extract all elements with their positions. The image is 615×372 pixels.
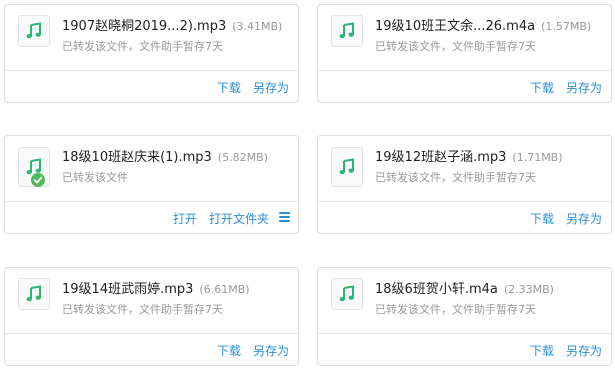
file-name-text: 1907赵晓桐2019...2).mp3 [62,19,227,34]
file-size: (1.71MB) [512,151,563,164]
file-size: (3.41MB) [232,20,283,33]
file-card: 1907赵晓桐2019...2).mp3 (3.41MB) 已转发该文件，文件助手… [4,4,299,103]
file-card-info: 18级6班贺小轩.m4a (2.33MB) 已转发该文件，文件助手暂存7天 [318,268,611,334]
file-card: 18级10班赵庆来(1).mp3 (5.82MB) 已转发该文件 打开 打开文件夹 [4,135,299,234]
file-card-info: 1907赵晓桐2019...2).mp3 (3.41MB) 已转发该文件，文件助手… [5,5,298,71]
file-status: 已转发该文件，文件助手暂存7天 [62,40,223,53]
file-name[interactable]: 1907赵晓桐2019...2).mp3 (3.41MB) [62,15,282,34]
save-as-button[interactable]: 另存为 [566,210,602,227]
file-card-actions: 下载 另存为 [318,334,611,365]
music-note-icon [339,158,354,175]
file-card: 18级6班贺小轩.m4a (2.33MB) 已转发该文件，文件助手暂存7天 下载 … [317,267,612,366]
file-status: 已转发该文件，文件助手暂存7天 [375,171,536,184]
download-button[interactable]: 下载 [530,210,554,227]
file-name-text: 19级12班赵子涵.mp3 [375,150,507,165]
download-button[interactable]: 下载 [217,79,241,96]
music-file-icon[interactable] [331,278,363,310]
save-as-button[interactable]: 另存为 [566,79,602,96]
file-card-grid: 1907赵晓桐2019...2).mp3 (3.41MB) 已转发该文件，文件助手… [0,0,615,372]
download-button[interactable]: 下载 [530,79,554,96]
download-button[interactable]: 下载 [530,342,554,359]
save-as-button[interactable]: 另存为 [566,342,602,359]
music-file-icon[interactable] [331,147,363,187]
file-card-actions: 下载 另存为 [5,71,298,102]
file-status: 已转发该文件，文件助手暂存7天 [375,303,536,316]
file-name-text: 18级10班赵庆来(1).mp3 [62,150,212,165]
file-size: (1.57MB) [541,20,592,33]
music-file-icon[interactable] [18,15,50,47]
file-card: 19级10班王文余...26.m4a (1.57MB) 已转发该文件，文件助手暂存… [317,4,612,103]
check-circle-icon [31,173,45,187]
file-status: 已转发该文件 [62,171,128,184]
music-note-icon [26,285,41,302]
file-size: (5.82MB) [217,151,268,164]
music-file-icon[interactable] [331,15,363,47]
save-as-button[interactable]: 另存为 [253,79,289,96]
file-name[interactable]: 18级10班赵庆来(1).mp3 (5.82MB) [62,146,268,165]
file-name[interactable]: 19级14班武雨婷.mp3 (6.61MB) [62,278,250,297]
file-card-info: 18级10班赵庆来(1).mp3 (5.82MB) 已转发该文件 [5,136,298,202]
file-status: 已转发该文件，文件助手暂存7天 [62,303,223,316]
file-size: (6.61MB) [199,283,250,296]
file-card-actions: 下载 另存为 [318,71,611,102]
file-card-info: 19级12班赵子涵.mp3 (1.71MB) 已转发该文件，文件助手暂存7天 [318,136,611,202]
music-note-icon [26,22,41,39]
file-name[interactable]: 18级6班贺小轩.m4a (2.33MB) [375,278,554,297]
file-card: 19级14班武雨婷.mp3 (6.61MB) 已转发该文件，文件助手暂存7天 下载… [4,267,299,366]
file-name-text: 19级10班王文余...26.m4a [375,19,536,34]
file-card-actions: 打开 打开文件夹 [5,202,298,233]
file-card-info: 19级14班武雨婷.mp3 (6.61MB) 已转发该文件，文件助手暂存7天 [5,268,298,334]
save-as-button[interactable]: 另存为 [253,342,289,359]
download-button[interactable]: 下载 [217,342,241,359]
file-status: 已转发该文件，文件助手暂存7天 [375,40,536,53]
file-size: (2.33MB) [503,283,554,296]
music-note-icon [339,285,354,302]
file-card-actions: 下载 另存为 [318,202,611,233]
file-name-text: 18级6班贺小轩.m4a [375,282,498,297]
file-card-actions: 下载 另存为 [5,334,298,365]
file-card-info: 19级10班王文余...26.m4a (1.57MB) 已转发该文件，文件助手暂存… [318,5,611,71]
file-card: 19级12班赵子涵.mp3 (1.71MB) 已转发该文件，文件助手暂存7天 下载… [317,135,612,234]
file-name-text: 19级14班武雨婷.mp3 [62,282,194,297]
open-button[interactable]: 打开 [173,210,197,227]
file-name[interactable]: 19级10班王文余...26.m4a (1.57MB) [375,15,591,34]
open-folder-button[interactable]: 打开文件夹 [209,210,269,227]
menu-icon[interactable] [279,210,290,224]
music-file-icon[interactable] [18,278,50,310]
file-name[interactable]: 19级12班赵子涵.mp3 (1.71MB) [375,146,563,165]
music-note-icon [339,22,354,39]
